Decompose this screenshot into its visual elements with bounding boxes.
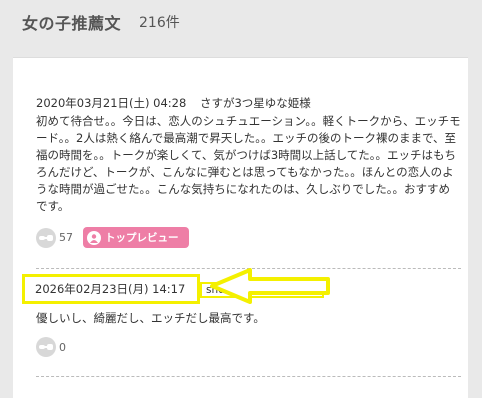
review-actions: 0 bbox=[36, 337, 461, 357]
like-button[interactable]: 0 bbox=[36, 337, 66, 357]
highlighted-review-date: 2026年02月23日(月) 14:17 bbox=[22, 274, 200, 304]
review-text: 優しいし、綺麗だし、エッチだし最高です。 bbox=[36, 311, 265, 325]
review-item: 2020年03月21日(土) 04:28 さすが3つ星ゆな姫様 初めて待合せ。。… bbox=[36, 95, 461, 248]
review-count: 216件 bbox=[139, 15, 180, 31]
review-meta: 2020年03月21日(土) 04:28 さすが3つ星ゆな姫様 bbox=[36, 95, 461, 111]
review-divider bbox=[36, 376, 461, 377]
review-user: さすが3つ星ゆな姫様 bbox=[199, 96, 311, 110]
fist-bump-icon bbox=[36, 337, 56, 357]
like-count: 0 bbox=[59, 340, 66, 354]
review-actions: 57 トップレビュー bbox=[36, 227, 461, 248]
review-date: 2020年03月21日(土) 04:28 bbox=[36, 96, 187, 110]
review-item: 優しいし、綺麗だし、エッチだし最高です。 0 bbox=[36, 308, 461, 357]
page-title: 女の子推薦文 bbox=[22, 14, 122, 33]
review-date: 2026年02月23日(月) 14:17 bbox=[35, 282, 186, 296]
like-count: 57 bbox=[59, 231, 73, 244]
top-review-label: トップレビュー bbox=[105, 232, 179, 244]
fist-bump-icon bbox=[36, 227, 56, 248]
review-card: 2020年03月21日(土) 04:28 さすが3つ星ゆな姫様 初めて待合せ。。… bbox=[13, 57, 468, 398]
page-header: 女の子推薦文 216件 bbox=[0, 0, 482, 44]
arrow-icon bbox=[210, 268, 330, 304]
review-text: 初めて待合せ。。今日は、恋人のシュチュエーション。。軽くトークから、エッチモード… bbox=[36, 114, 461, 213]
like-button[interactable]: 57 bbox=[36, 227, 73, 248]
top-review-badge[interactable]: トップレビュー bbox=[83, 227, 189, 248]
person-icon bbox=[87, 230, 101, 245]
